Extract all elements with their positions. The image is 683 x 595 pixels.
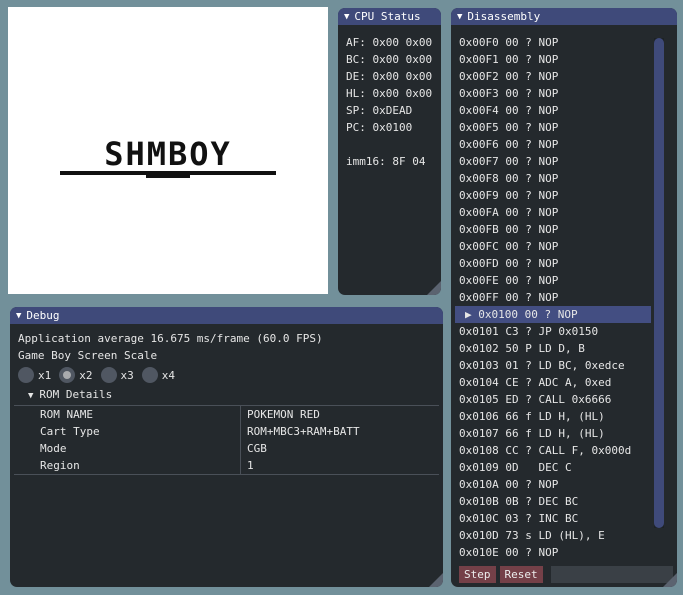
register-hl: HL: 0x00 0x00 bbox=[346, 87, 433, 100]
logo-underline-notch bbox=[146, 175, 190, 178]
disasm-line[interactable]: 0x00F0 00 ? NOP bbox=[451, 34, 651, 51]
shmboy-logo: SHMBOY bbox=[104, 135, 232, 173]
disasm-line[interactable]: 0x00F8 00 ? NOP bbox=[451, 170, 651, 187]
tree-expand-arrow-icon[interactable]: ▼ bbox=[28, 391, 33, 401]
rom-key: ROM NAME bbox=[14, 405, 241, 423]
disasm-line[interactable]: 0x00FB 00 ? NOP bbox=[451, 221, 651, 238]
step-button[interactable]: Step bbox=[459, 566, 496, 583]
disasm-line[interactable]: 0x00FD 00 ? NOP bbox=[451, 255, 651, 272]
debug-window: ▼ Debug Application average 16.675 ms/fr… bbox=[10, 307, 443, 587]
scale-radio-group: x1 x2 x3 x4 bbox=[18, 364, 439, 386]
disasm-line[interactable]: 0x0106 66 f LD H, (HL) bbox=[451, 408, 651, 425]
table-row: Region 1 bbox=[14, 457, 439, 475]
radio-label: x1 bbox=[38, 368, 52, 382]
disasm-line[interactable]: 0x00F4 00 ? NOP bbox=[451, 102, 651, 119]
scale-radio-x1[interactable]: x1 bbox=[18, 367, 51, 383]
rom-details-label: ROM Details bbox=[39, 388, 113, 401]
disasm-line[interactable]: 0x00FA 00 ? NOP bbox=[451, 204, 651, 221]
current-instruction-text: 0x0100 00 ? NOP bbox=[478, 308, 578, 321]
collapse-arrow-icon[interactable]: ▼ bbox=[344, 12, 349, 22]
radio-circle-icon[interactable] bbox=[100, 367, 117, 383]
debug-titlebar[interactable]: ▼ Debug bbox=[10, 307, 443, 324]
disasm-line[interactable]: 0x010A 00 ? NOP bbox=[451, 476, 651, 493]
rom-details-table: ROM NAME POKEMON RED Cart Type ROM+MBC3+… bbox=[14, 405, 439, 475]
disasm-line[interactable]: 0x00F2 00 ? NOP bbox=[451, 68, 651, 85]
disassembly-titlebar[interactable]: ▼ Disassembly bbox=[451, 8, 677, 25]
disasm-line[interactable]: 0x0108 CC ? CALL F, 0x000d bbox=[451, 442, 651, 459]
fps-readout: Application average 16.675 ms/frame (60.… bbox=[18, 332, 323, 345]
cpu-status-titlebar[interactable]: ▼ CPU Status bbox=[338, 8, 441, 25]
imm16-value: imm16: 8F 04 bbox=[346, 155, 426, 168]
disasm-line[interactable]: 0x00FE 00 ? NOP bbox=[451, 272, 651, 289]
disasm-line[interactable]: 0x00FC 00 ? NOP bbox=[451, 238, 651, 255]
window-title: CPU Status bbox=[354, 10, 421, 23]
disasm-line[interactable]: 0x00F3 00 ? NOP bbox=[451, 85, 651, 102]
radio-circle-icon[interactable] bbox=[141, 367, 158, 383]
game-screen: SHMBOY bbox=[8, 7, 328, 294]
disasm-line[interactable]: 0x010D 73 s LD (HL), E bbox=[451, 527, 651, 544]
disasm-line[interactable]: 0x00F7 00 ? NOP bbox=[451, 153, 651, 170]
window-title: Disassembly bbox=[467, 10, 541, 23]
scale-label: Game Boy Screen Scale bbox=[18, 349, 158, 362]
rom-key: Cart Type bbox=[40, 425, 100, 438]
rom-value: POKEMON RED bbox=[240, 405, 439, 423]
window-title: Debug bbox=[26, 309, 60, 322]
rom-key: Mode bbox=[40, 442, 67, 455]
disasm-line[interactable]: 0x010C 03 ? INC BC bbox=[451, 510, 651, 527]
disasm-line[interactable]: 0x010B 0B ? DEC BC bbox=[451, 493, 651, 510]
table-row: ROM NAME POKEMON RED bbox=[14, 405, 439, 423]
rom-value: ROM+MBC3+RAM+BATT bbox=[240, 423, 439, 440]
disasm-line[interactable]: 0x00F1 00 ? NOP bbox=[451, 51, 651, 68]
disasm-line[interactable]: 0x00FF 00 ? NOP bbox=[451, 289, 651, 306]
disassembly-window: ▼ Disassembly 0x00F0 00 ? NOP 0x00F1 00 … bbox=[451, 8, 677, 587]
disasm-line[interactable]: 0x00F6 00 ? NOP bbox=[451, 136, 651, 153]
radio-label: x4 bbox=[161, 368, 175, 382]
disassembly-scrollbar-thumb[interactable] bbox=[654, 38, 664, 528]
scale-radio-x2[interactable]: x2 bbox=[59, 367, 93, 383]
collapse-arrow-icon[interactable]: ▼ bbox=[457, 12, 462, 22]
reset-button[interactable]: Reset bbox=[499, 566, 543, 583]
disasm-line[interactable]: 0x0107 66 f LD H, (HL) bbox=[451, 425, 651, 442]
disasm-line[interactable]: 0x0101 C3 ? JP 0x0150 bbox=[451, 323, 651, 340]
scale-radio-x3[interactable]: x3 bbox=[100, 367, 134, 383]
radio-label: x3 bbox=[120, 368, 134, 382]
register-de: DE: 0x00 0x00 bbox=[346, 70, 433, 83]
address-input[interactable] bbox=[550, 566, 673, 583]
resize-grip-icon[interactable] bbox=[429, 573, 443, 587]
disasm-line[interactable]: 0x0102 50 P LD D, B bbox=[451, 340, 651, 357]
rom-value: CGB bbox=[240, 440, 439, 457]
resize-grip-icon[interactable] bbox=[427, 281, 441, 295]
rom-value: 1 bbox=[240, 457, 439, 475]
disasm-line[interactable]: 0x0105 ED ? CALL 0x6666 bbox=[451, 391, 651, 408]
disassembly-list[interactable]: 0x00F0 00 ? NOP 0x00F1 00 ? NOP 0x00F2 0… bbox=[451, 34, 651, 565]
current-instruction[interactable]: ▶ 0x0100 00 ? NOP bbox=[455, 306, 651, 323]
resize-grip-icon[interactable] bbox=[663, 573, 677, 587]
disasm-line[interactable]: 0x0109 0D DEC C bbox=[451, 459, 651, 476]
scale-radio-x4[interactable]: x4 bbox=[141, 367, 175, 383]
register-bc: BC: 0x00 0x00 bbox=[346, 53, 433, 66]
rom-details-tree-node[interactable]: ▼ ROM Details bbox=[28, 386, 439, 403]
radio-circle-selected-icon[interactable] bbox=[59, 367, 76, 383]
table-row: Cart Type ROM+MBC3+RAM+BATT bbox=[14, 423, 439, 440]
register-af: AF: 0x00 0x00 bbox=[346, 36, 433, 49]
radio-label: x2 bbox=[79, 368, 93, 382]
register-pc: PC: 0x0100 bbox=[346, 121, 413, 134]
disasm-line[interactable]: 0x0103 01 ? LD BC, 0xedce bbox=[451, 357, 651, 374]
collapse-arrow-icon[interactable]: ▼ bbox=[16, 311, 21, 321]
disasm-line[interactable]: 0x0104 CE ? ADC A, 0xed bbox=[451, 374, 651, 391]
disasm-line[interactable]: 0x00F9 00 ? NOP bbox=[451, 187, 651, 204]
current-pc-arrow-icon: ▶ bbox=[465, 308, 479, 321]
radio-circle-icon[interactable] bbox=[18, 367, 34, 383]
cpu-status-window: ▼ CPU Status AF: 0x00 0x00 BC: 0x00 0x00… bbox=[338, 8, 441, 295]
disasm-line[interactable]: 0x010E 00 ? NOP bbox=[451, 544, 651, 561]
disasm-line[interactable]: 0x00F5 00 ? NOP bbox=[451, 119, 651, 136]
table-row: Mode CGB bbox=[14, 440, 439, 457]
rom-key: Region bbox=[14, 457, 241, 475]
register-sp: SP: 0xDEAD bbox=[346, 104, 413, 117]
